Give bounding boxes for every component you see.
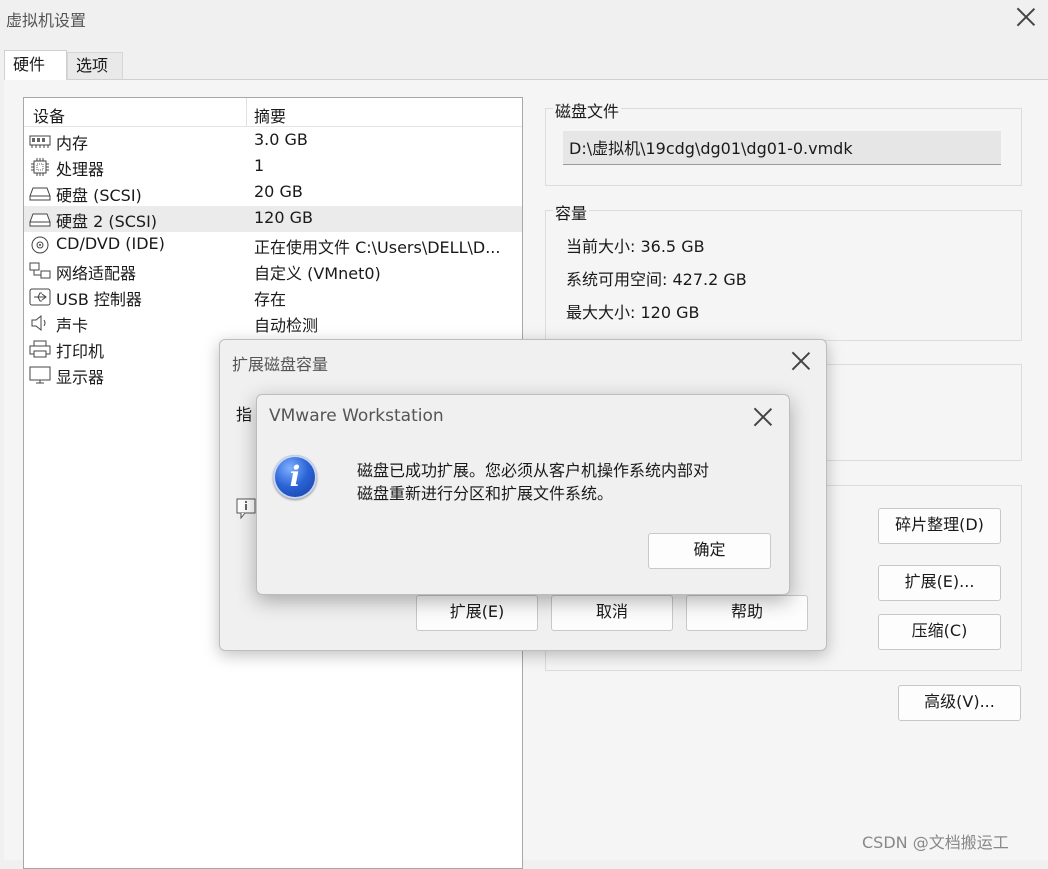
column-device[interactable]: 设备	[33, 103, 65, 127]
expand-button[interactable]: 扩展(E)	[416, 595, 538, 631]
advanced-button[interactable]: 高级(V)...	[898, 685, 1021, 721]
free-space: 系统可用空间: 427.2 GB	[566, 270, 747, 289]
cpu-icon	[31, 158, 49, 176]
message-text: 磁盘已成功扩展。您必须从客户机操作系统内部对 磁盘重新进行分区和扩展文件系统。	[357, 459, 777, 505]
info-bubble-icon	[236, 498, 256, 520]
message-dialog-title: VMware Workstation	[269, 406, 444, 426]
max-size: 最大大小: 120 GB	[566, 303, 700, 322]
device-name: USB 控制器	[56, 290, 142, 309]
tab-options[interactable]: 选项	[67, 52, 123, 79]
device-name: 处理器	[56, 160, 105, 179]
harddisk-icon	[29, 187, 51, 201]
device-row-cd-dvd[interactable]: CD/DVD (IDE) 正在使用文件 C:\Users\DELL\D...	[24, 232, 522, 258]
cd-icon	[31, 236, 49, 254]
device-row-memory[interactable]: 内存 3.0 GB	[24, 128, 522, 154]
information-icon: i	[273, 455, 317, 499]
device-name: 网络适配器	[56, 264, 137, 283]
device-summary: 120 GB	[254, 208, 313, 227]
column-separator[interactable]	[246, 98, 247, 126]
device-name: 内存	[56, 134, 89, 153]
device-summary: 正在使用文件 C:\Users\DELL\D...	[254, 238, 501, 257]
message-dialog-close-icon[interactable]	[752, 406, 774, 428]
message-line-2: 磁盘重新进行分区和扩展文件系统。	[357, 484, 614, 503]
device-row-harddisk-2[interactable]: 硬盘 2 (SCSI) 120 GB	[24, 206, 522, 232]
device-row-harddisk-1[interactable]: 硬盘 (SCSI) 20 GB	[24, 180, 522, 206]
device-row-sound-card[interactable]: 声卡 自动检测	[24, 310, 522, 336]
device-summary: 自定义 (VMnet0)	[254, 264, 381, 283]
device-name: 硬盘 2 (SCSI)	[56, 212, 158, 231]
column-summary[interactable]: 摘要	[254, 103, 286, 127]
device-name: 硬盘 (SCSI)	[56, 186, 142, 205]
expand-dialog-partial-text: 指	[236, 405, 253, 424]
current-size: 当前大小: 36.5 GB	[566, 237, 705, 256]
monitor-icon	[29, 366, 51, 384]
device-row-network-adapter[interactable]: 网络适配器 自定义 (VMnet0)	[24, 258, 522, 284]
help-button[interactable]: 帮助	[686, 595, 808, 631]
device-name: 显示器	[56, 368, 105, 387]
device-summary: 自动检测	[254, 316, 319, 335]
harddisk-icon	[29, 213, 51, 227]
device-name: 声卡	[56, 316, 89, 335]
device-summary: 3.0 GB	[254, 130, 308, 149]
message-dialog[interactable]: VMware Workstation i 磁盘已成功扩展。您必须从客户机操作系统…	[256, 394, 790, 595]
disk-file-label: 磁盘文件	[553, 98, 622, 122]
disk-file-path[interactable]: D:\虚拟机\19cdg\dg01\dg01-0.vmdk	[563, 131, 1001, 165]
device-summary: 存在	[254, 290, 287, 309]
usb-icon	[29, 288, 51, 306]
cancel-button[interactable]: 取消	[551, 595, 673, 631]
device-name: 打印机	[56, 342, 105, 361]
device-summary: 20 GB	[254, 182, 303, 201]
title-bar	[0, 0, 1048, 36]
device-row-usb-controller[interactable]: USB 控制器 存在	[24, 284, 522, 310]
device-name: CD/DVD (IDE)	[56, 234, 165, 253]
expand-dialog-close-icon[interactable]	[790, 350, 812, 372]
speaker-icon	[31, 314, 46, 332]
window-close-icon[interactable]	[1015, 6, 1037, 28]
compact-button[interactable]: 压缩(C)	[878, 614, 1001, 650]
memory-icon	[29, 135, 51, 148]
device-summary: 1	[254, 156, 265, 175]
window-title: 虚拟机设置	[6, 11, 87, 30]
printer-icon	[29, 340, 51, 358]
defragment-button[interactable]: 碎片整理(D)	[878, 508, 1001, 544]
device-row-processor[interactable]: 处理器 1	[24, 154, 522, 180]
network-icon	[29, 262, 51, 279]
ok-button[interactable]: 确定	[648, 533, 771, 569]
capacity-label: 容量	[553, 200, 590, 224]
device-list-header: 设备 摘要	[24, 98, 522, 127]
tab-hardware[interactable]: 硬件	[4, 50, 67, 80]
expand-dialog-title: 扩展磁盘容量	[232, 355, 329, 374]
expand-disk-button[interactable]: 扩展(E)...	[878, 565, 1001, 601]
watermark: CSDN @文档搬运工	[862, 833, 1009, 852]
message-line-1: 磁盘已成功扩展。您必须从客户机操作系统内部对	[357, 461, 710, 480]
